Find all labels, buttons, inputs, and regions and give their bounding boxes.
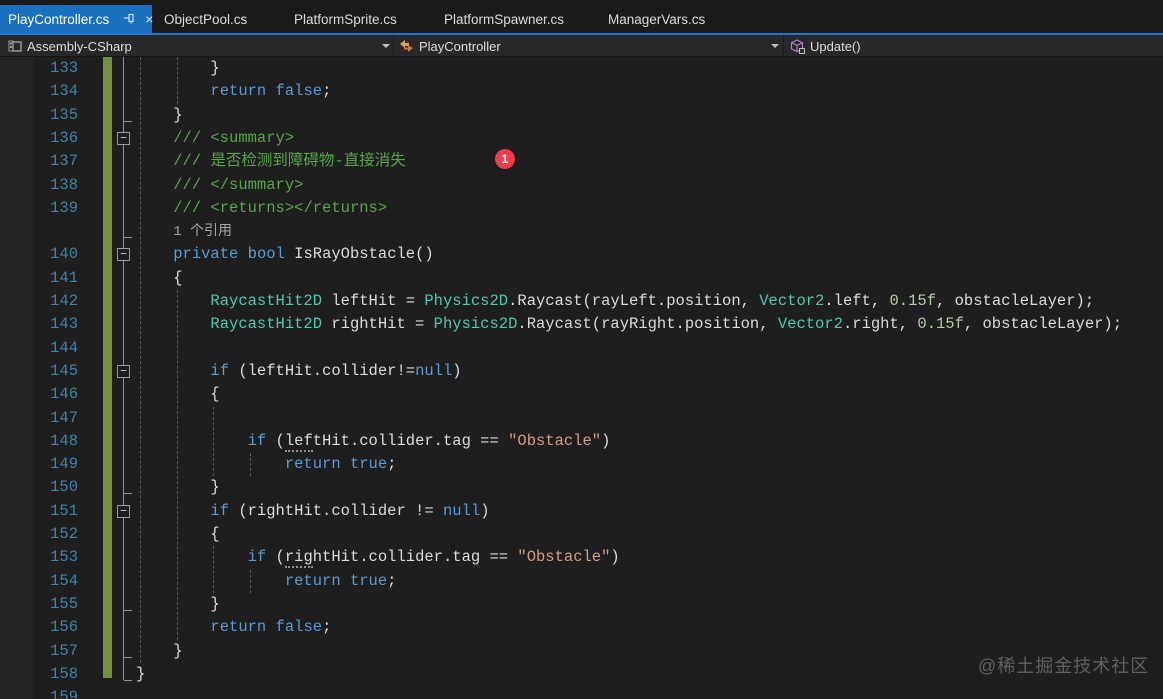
line-number: 138: [50, 175, 78, 194]
code-line-141[interactable]: {: [136, 267, 182, 290]
line-number: 150: [50, 478, 78, 497]
scope-end-tick: [124, 237, 132, 239]
code-line-152[interactable]: {: [136, 523, 219, 546]
assembly-icon: [8, 39, 22, 53]
method-icon: [790, 38, 805, 54]
tab-managervars-cs[interactable]: ManagerVars.cs: [596, 5, 717, 33]
chevron-down-icon[interactable]: [382, 44, 390, 48]
tab-platformsprite-cs[interactable]: PlatformSprite.cs: [282, 5, 409, 33]
fold-collapse-box[interactable]: −: [117, 131, 130, 145]
code-line-156[interactable]: return false;: [136, 616, 331, 639]
breakpoint-margin[interactable]: [0, 57, 33, 699]
change-tracking-bar: [103, 57, 112, 678]
line-number: 156: [50, 618, 78, 637]
tab-playcontroller[interactable]: PlayController.cs ×: [0, 5, 153, 33]
code-line-148[interactable]: if (leftHit.collider.tag == "Obstacle"): [136, 430, 610, 453]
scope-end-tick: [124, 120, 132, 122]
code-line-145[interactable]: if (leftHit.collider!=null): [136, 360, 461, 383]
line-number: 140: [50, 245, 78, 264]
member-dropdown-label: Update(): [810, 38, 861, 54]
line-number: 154: [50, 571, 78, 590]
line-number: 148: [50, 431, 78, 450]
code-line-149[interactable]: return true;: [136, 453, 397, 476]
code-line-150[interactable]: }: [136, 476, 219, 499]
scope-end-tick: [124, 609, 132, 611]
code-line-142[interactable]: RaycastHit2D leftHit = Physics2D.Raycast…: [136, 290, 1094, 313]
code-line-143[interactable]: RaycastHit2D rightHit = Physics2D.Raycas…: [136, 313, 1122, 336]
codelens-line[interactable]: 1 个引用: [136, 220, 232, 244]
line-number: 145: [50, 361, 78, 380]
code-line-133[interactable]: }: [136, 57, 219, 80]
chevron-down-icon[interactable]: [771, 44, 779, 48]
code-line-136[interactable]: /// <summary>: [136, 127, 294, 150]
line-number: 151: [50, 501, 78, 520]
scope-end-tick: [124, 679, 132, 681]
project-dropdown[interactable]: Assembly-CSharp: [8, 35, 132, 57]
vs-editor-window: PlayController.cs × ObjectPool.cs Platfor…: [0, 0, 1163, 699]
code-line-155[interactable]: }: [136, 593, 219, 616]
tab-objectpool-cs[interactable]: ObjectPool.cs: [152, 5, 259, 33]
code-line-146[interactable]: {: [136, 383, 219, 406]
code-line-134[interactable]: return false;: [136, 80, 331, 103]
navigation-bar: Assembly-CSharp PlayController Update(): [0, 35, 1163, 57]
line-number: 141: [50, 268, 78, 287]
member-dropdown[interactable]: Update(): [790, 35, 861, 57]
line-number: 153: [50, 548, 78, 567]
navbar-separator: [783, 35, 784, 57]
line-number: 135: [50, 105, 78, 124]
line-number: 147: [50, 408, 78, 427]
line-number: 155: [50, 594, 78, 613]
code-line-137[interactable]: /// 是否检测到障碍物-直接消失: [136, 150, 406, 173]
line-number: 133: [50, 59, 78, 77]
fold-collapse-box[interactable]: −: [117, 248, 130, 262]
watermark: @稀土掘金技术社区: [978, 656, 1150, 676]
line-number: 149: [50, 455, 78, 474]
tab-platformspawner-cs[interactable]: PlatformSpawner.cs: [432, 5, 576, 33]
scope-end-tick: [124, 493, 132, 495]
active-tab-label: PlayController.cs: [8, 11, 110, 27]
code-line-140[interactable]: private bool IsRayObstacle(): [136, 243, 433, 266]
line-number: 136: [50, 128, 78, 147]
class-icon: [399, 39, 414, 53]
code-line-135[interactable]: }: [136, 104, 182, 127]
code-line-157[interactable]: }: [136, 640, 182, 663]
line-number: 137: [50, 152, 78, 171]
line-number: 158: [50, 664, 78, 683]
project-dropdown-label: Assembly-CSharp: [27, 38, 132, 54]
type-dropdown-label: PlayController: [419, 38, 501, 54]
line-number: 152: [50, 525, 78, 543]
line-number: 159: [50, 688, 78, 699]
code-line-138[interactable]: /// </summary>: [136, 174, 303, 197]
scope-end-tick: [124, 656, 132, 658]
navbar-separator: [393, 35, 394, 57]
line-number: 157: [50, 641, 78, 660]
code-line-154[interactable]: return true;: [136, 570, 397, 593]
fold-collapse-box[interactable]: −: [117, 364, 130, 378]
line-number: 139: [50, 198, 78, 217]
pin-icon[interactable]: [123, 12, 135, 27]
fold-collapse-box[interactable]: −: [117, 504, 130, 518]
line-number: 134: [50, 82, 78, 101]
type-dropdown[interactable]: PlayController: [399, 35, 501, 57]
code-line-139[interactable]: /// <returns></returns>: [136, 197, 387, 220]
code-line-151[interactable]: if (rightHit.collider != null): [136, 500, 489, 523]
document-tab-strip: PlayController.cs × ObjectPool.cs Platfor…: [0, 0, 1163, 33]
line-number: 143: [50, 315, 78, 334]
line-number: 142: [50, 292, 78, 310]
line-number: 146: [50, 385, 78, 404]
line-number: 144: [50, 338, 78, 357]
annotation-badge: 1: [495, 149, 515, 169]
code-line-153[interactable]: if (rightHit.collider.tag == "Obstacle"): [136, 546, 620, 569]
code-line-158[interactable]: }: [136, 663, 145, 686]
code-editor[interactable]: − − − − } return false; } /// <summary> ///…: [0, 57, 1163, 699]
